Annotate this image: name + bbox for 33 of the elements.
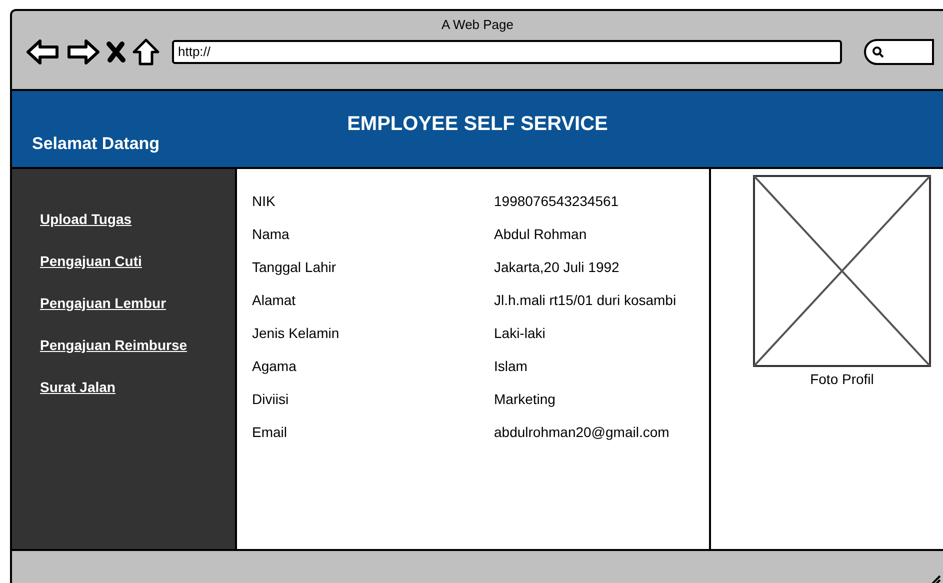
field-label: Jenis Kelamin bbox=[252, 324, 340, 343]
close-icon[interactable] bbox=[106, 41, 126, 63]
field-value: Jakarta,20 Juli 1992 bbox=[494, 258, 620, 277]
search-field[interactable] bbox=[864, 39, 934, 65]
back-arrow-icon[interactable] bbox=[26, 39, 60, 65]
field-value: Abdul Rohman bbox=[494, 225, 587, 244]
home-icon[interactable] bbox=[132, 38, 160, 66]
sidebar-link[interactable]: Surat Jalan bbox=[40, 377, 116, 398]
field-label: Tanggal Lahir bbox=[252, 258, 338, 277]
field-value: Laki-laki bbox=[494, 324, 546, 343]
field-label: NIK bbox=[252, 192, 276, 211]
field-value: 1998076543234561 bbox=[494, 192, 619, 211]
sidebar-link[interactable]: Upload Tugas bbox=[40, 209, 132, 230]
field-value: abdulrohman20@gmail.com bbox=[494, 423, 670, 442]
greeting-text: Selamat Datang bbox=[32, 133, 160, 155]
field-label: Nama bbox=[252, 225, 290, 244]
sidebar-link[interactable]: Pengajuan Cuti bbox=[40, 251, 142, 272]
header-title: EMPLOYEE SELF SERVICE bbox=[347, 112, 608, 137]
window-title: A Web Page bbox=[441, 16, 514, 34]
field-label: Agama bbox=[252, 357, 298, 376]
field-label: Diviisi bbox=[252, 390, 290, 409]
field-value: Jl.h.mali rt15/01 duri kosambi bbox=[494, 291, 676, 310]
photo-caption: Foto Profil bbox=[809, 370, 875, 389]
address-bar[interactable]: http:// bbox=[172, 40, 842, 64]
forward-arrow-icon[interactable] bbox=[66, 39, 100, 65]
resize-grip-icon[interactable] bbox=[929, 573, 941, 583]
field-label: Alamat bbox=[252, 291, 297, 310]
sidebar-link[interactable]: Pengajuan Lembur bbox=[40, 293, 166, 314]
field-value: Islam bbox=[494, 357, 528, 376]
field-label: Email bbox=[252, 423, 288, 442]
search-icon bbox=[872, 46, 884, 58]
field-value: Marketing bbox=[494, 390, 556, 409]
sidebar-link[interactable]: Pengajuan Reimburse bbox=[40, 335, 188, 356]
